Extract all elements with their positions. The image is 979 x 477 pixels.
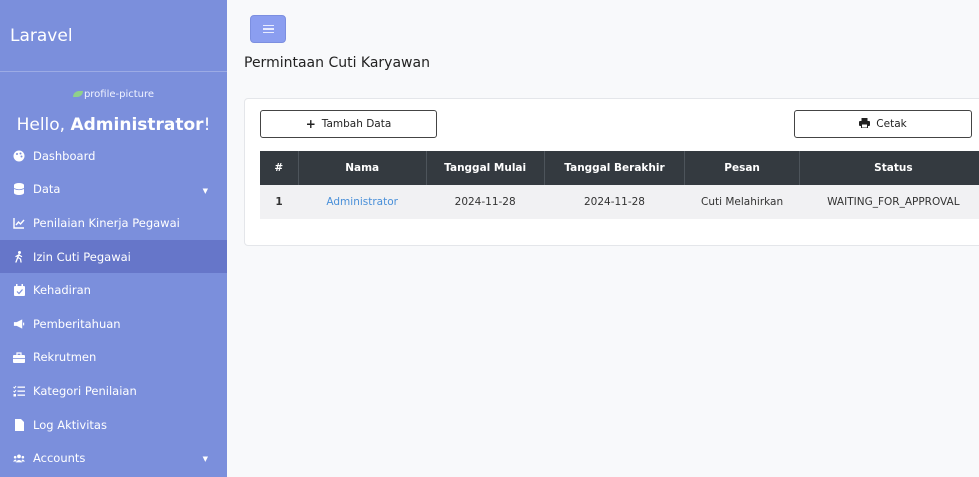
sidebar-item-label: Log Aktivitas [33,417,107,432]
walking-person-icon [13,250,25,263]
add-data-button[interactable]: + Tambah Data [260,110,437,138]
chart-line-icon [13,217,25,229]
users-icon [13,452,25,464]
column-header-nama: Nama [298,151,427,185]
sidebar: Laravel profile-picture Hello, Administr… [0,0,227,477]
sidebar-item-label: Dashboard [33,148,96,163]
user-name: Administrator [70,115,204,135]
sidebar-item-label: Rekrutmen [33,350,97,365]
row-number: 1 [260,185,299,219]
sidebar-item-rekrutmen[interactable]: Rekrutmen [0,341,227,375]
greeting-end: ! [203,115,211,135]
sidebar-item-data[interactable]: Data ▼ [0,173,227,207]
sidebar-item-kategori-penilaian[interactable]: Kategori Penilaian [0,374,227,408]
sidebar-item-label: Pemberitahuan [33,316,121,331]
sidebar-item-label: Kategori Penilaian [33,383,137,398]
sidebar-item-label: Accounts [33,451,86,466]
briefcase-icon [13,351,25,363]
message: Cuti Melahirkan [684,185,800,219]
calendar-check-icon [13,284,25,297]
hamburger-icon-line [262,24,274,27]
leave-request-table: # Nama Tanggal Mulai Tanggal Berakhir Pe… [260,151,979,219]
list-check-icon [13,385,25,397]
print-label: Cetak [876,118,907,130]
sidebar-item-label: Kehadiran [33,283,91,298]
caret-down-icon: ▼ [202,186,208,195]
status: WAITING_FOR_APPROVAL [799,185,979,219]
end-date: 2024-11-28 [544,185,685,219]
sidebar-item-label: Izin Cuti Pegawai [33,249,131,264]
hamburger-icon-line [262,31,274,34]
add-data-label: Tambah Data [321,118,392,130]
content-card: + Tambah Data Cetak # Nama Tanggal Mulai… [244,98,979,246]
print-button[interactable]: Cetak [794,110,972,138]
sidebar-item-label: Penilaian Kinerja Pegawai [33,215,180,230]
database-icon [13,183,25,196]
sidebar-item-kehadiran[interactable]: Kehadiran [0,273,227,307]
sidebar-item-log-aktivitas[interactable]: Log Aktivitas [0,408,227,442]
employee-name-link[interactable]: Administrator [298,185,427,219]
sidebar-item-accounts[interactable]: Accounts ▼ [0,441,227,475]
sidebar-item-penilaian-kinerja[interactable]: Penilaian Kinerja Pegawai [0,206,227,240]
broken-image-icon [72,91,83,97]
brand-logo[interactable]: Laravel [0,0,227,72]
sidebar-item-dashboard[interactable]: Dashboard [0,139,227,173]
greeting-text: Hello, [16,115,66,135]
column-header-pesan: Pesan [684,151,800,185]
column-header-status: Status [799,151,979,185]
hamburger-icon-line [262,28,274,30]
start-date: 2024-11-28 [426,185,545,219]
sidebar-item-izin-cuti[interactable]: Izin Cuti Pegawai [0,239,227,274]
table-header-row: # Nama Tanggal Mulai Tanggal Berakhir Pe… [260,151,979,185]
page-title: Permintaan Cuti Karyawan [244,55,430,71]
sidebar-menu: Dashboard Data ▼ Penilaian Kinerja Pegaw… [0,139,227,475]
printer-icon [859,117,871,131]
sidebar-item-pemberitahuan[interactable]: Pemberitahuan [0,307,227,341]
column-header-number: # [260,151,299,185]
table-row: 1 Administrator 2024-11-28 2024-11-28 Cu… [260,185,979,219]
column-header-tanggal-mulai: Tanggal Mulai [426,151,545,185]
sidebar-toggle-button[interactable] [250,15,286,43]
file-icon [13,418,25,431]
column-header-tanggal-berakhir: Tanggal Berakhir [544,151,686,185]
greeting: Hello, Administrator! [0,115,227,137]
plus-icon: + [305,117,316,131]
caret-down-icon: ▼ [202,455,208,464]
megaphone-icon [13,318,25,330]
palette-icon [13,150,25,162]
profile-picture: profile-picture [0,89,227,106]
sidebar-item-label: Data [33,182,61,197]
profile-picture-alt: profile-picture [83,89,155,100]
